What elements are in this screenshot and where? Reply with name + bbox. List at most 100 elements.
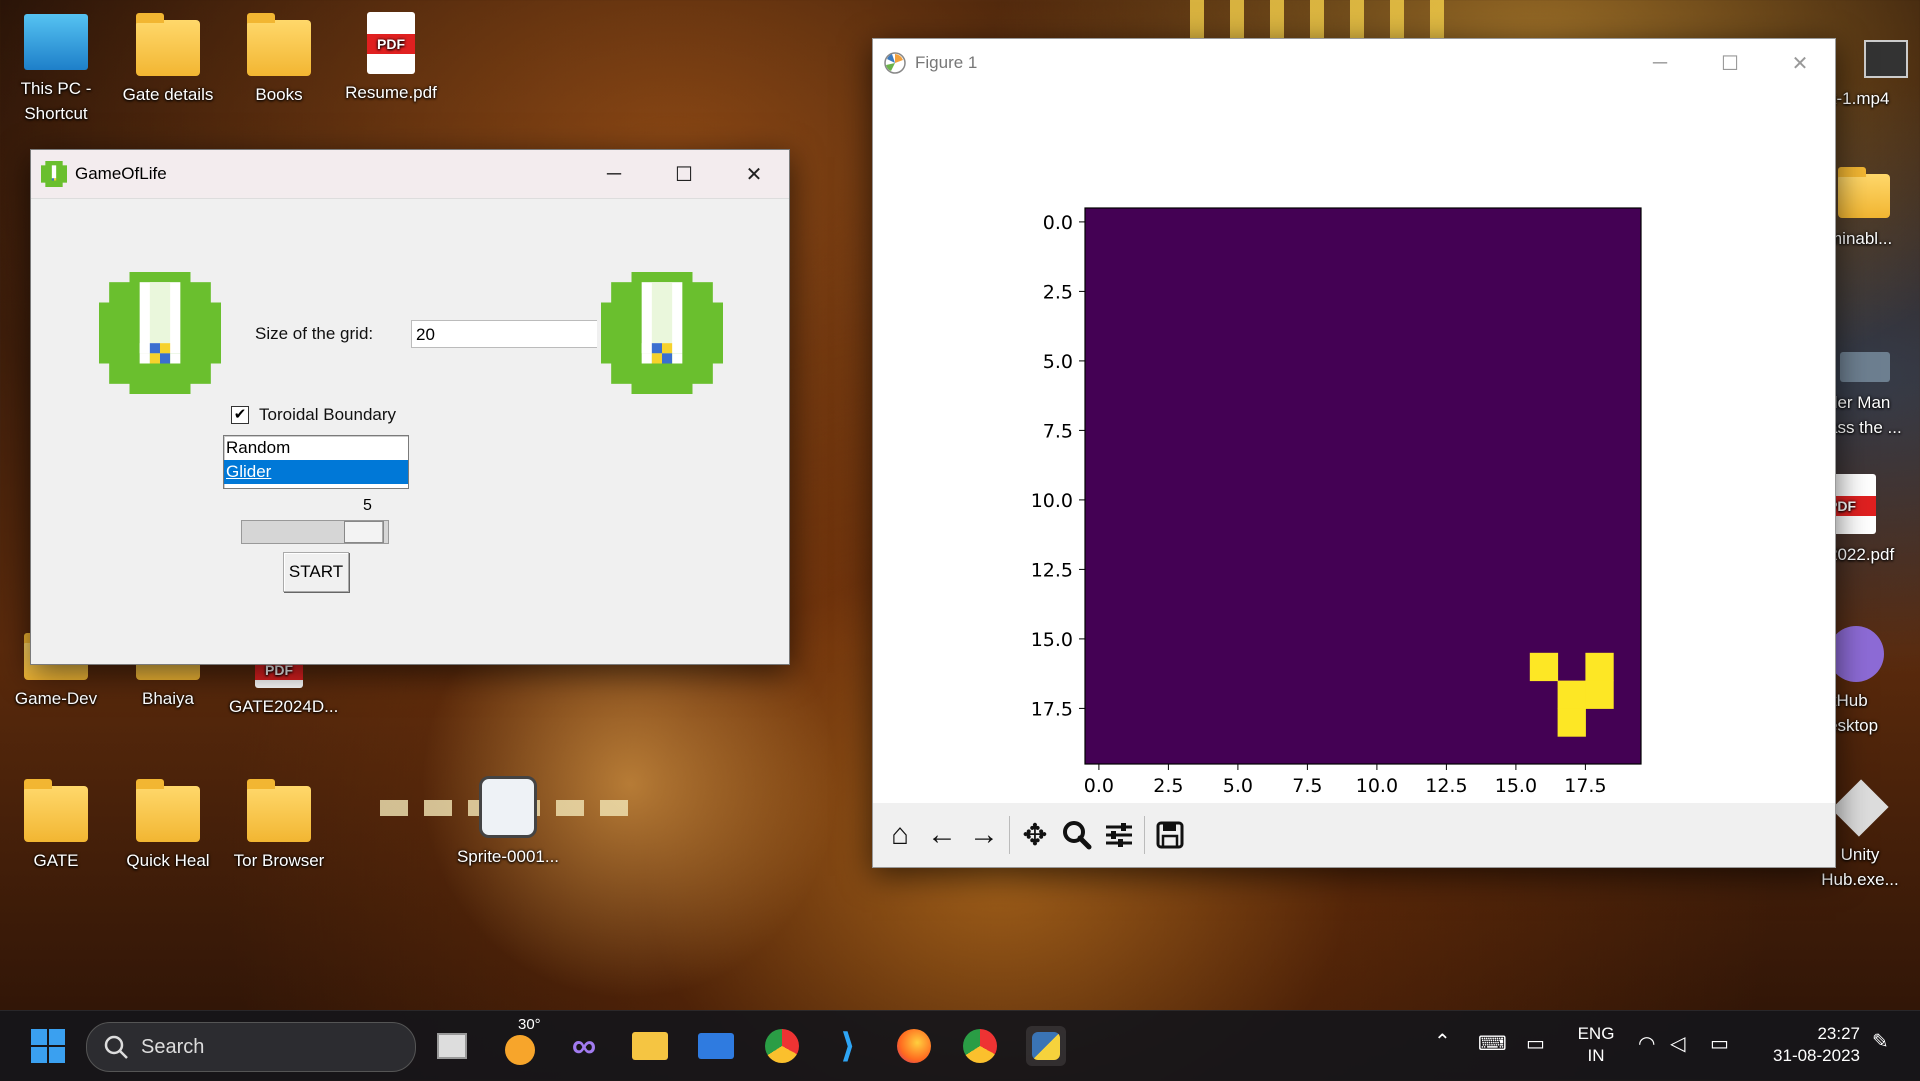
- desktop-icon-spiderman[interactable]: der Man ass the ...: [1828, 352, 1920, 440]
- folder-icon: [247, 779, 311, 842]
- folder-icon: [247, 13, 311, 76]
- search-placeholder: Search: [141, 1035, 205, 1058]
- mail-icon[interactable]: [696, 1026, 736, 1066]
- zoom-icon[interactable]: [1056, 814, 1098, 856]
- x-tick-label: 15.0: [1495, 775, 1537, 797]
- speed-slider-thumb[interactable]: [344, 521, 384, 543]
- desktop-icon-label: Books: [255, 85, 303, 104]
- desktop-icon-label: der Man ass the ...: [1828, 393, 1902, 437]
- chrome-icon[interactable]: [762, 1026, 802, 1066]
- python-icon[interactable]: [1026, 1026, 1066, 1066]
- figure-window: Figure 1 ─ ☐ ✕ 0.0 2.5 5.0 7.5 10.0 12.5 15.0 1…: [872, 38, 1836, 868]
- pan-icon[interactable]: ✥: [1014, 814, 1056, 856]
- desktop-icon-pdf-2022[interactable]: PDF 2022.pdf: [1828, 474, 1920, 567]
- minimize-button[interactable]: ─: [579, 150, 649, 198]
- window-title: GameOfLife: [75, 164, 167, 183]
- live-cell: [1557, 680, 1586, 709]
- desktop-icon-books[interactable]: Books: [229, 13, 329, 107]
- start-button[interactable]: START: [283, 552, 349, 592]
- start-button[interactable]: [28, 1026, 68, 1066]
- desktop-icon-gate-details[interactable]: Gate details: [118, 13, 218, 107]
- grid-size-label: Size of the grid:: [255, 324, 374, 343]
- desktop-icon-tor-browser[interactable]: Tor Browser: [229, 779, 329, 873]
- minimize-button[interactable]: ─: [1625, 39, 1695, 87]
- desktop-icon-label: k-1.mp4: [1828, 89, 1890, 108]
- gameoflife-titlebar[interactable]: GameOfLife ─ ☐ ✕: [31, 150, 789, 199]
- y-tick-label: 10.0: [1031, 490, 1073, 512]
- x-tick-label: 5.0: [1223, 775, 1253, 797]
- y-tick-label: 12.5: [1031, 559, 1073, 581]
- desktop-icon-resume[interactable]: PDF Resume.pdf: [341, 12, 441, 105]
- toroidal-checkbox[interactable]: ✔: [231, 406, 249, 424]
- grid-size-input[interactable]: 20: [411, 320, 597, 348]
- save-icon[interactable]: [1149, 814, 1191, 856]
- desktop-icon-quick-heal[interactable]: Quick Heal: [118, 779, 218, 873]
- clock-date: 31-08-2023: [1773, 1046, 1860, 1065]
- vscode-icon[interactable]: ⟩: [828, 1026, 868, 1066]
- y-tick-label: 17.5: [1031, 698, 1073, 720]
- forward-icon[interactable]: →: [963, 814, 1005, 856]
- desktop-icon-gate[interactable]: GATE: [6, 779, 106, 873]
- visual-studio-icon[interactable]: ∞: [564, 1026, 604, 1066]
- taskbar-search[interactable]: Search: [86, 1022, 416, 1072]
- windows-logo-icon: [31, 1029, 65, 1063]
- show-hidden-icons[interactable]: ⌃: [1434, 1031, 1451, 1053]
- close-button[interactable]: ✕: [1765, 39, 1835, 87]
- desktop-icon-sprite[interactable]: Sprite-0001...: [453, 776, 563, 869]
- y-tick-label: 7.5: [1043, 420, 1073, 442]
- firefox-icon[interactable]: [894, 1026, 934, 1066]
- github-icon: [1828, 626, 1884, 682]
- volume-icon[interactable]: ◁: [1670, 1033, 1685, 1055]
- configure-icon[interactable]: [1098, 814, 1140, 856]
- desktop-icon-label: Resume.pdf: [345, 83, 437, 102]
- toolbar-separator: [1144, 816, 1145, 854]
- chrome-profile-icon[interactable]: [960, 1026, 1000, 1066]
- matplotlib-icon: [884, 52, 906, 74]
- clock-time: 23:27: [1817, 1024, 1860, 1043]
- taskbar: Search 30° ∞ ⟩ ⌃ ⌨ ▭ ENG IN ◠ ◁ ▭ 23:27 …: [0, 1010, 1920, 1081]
- heatmap-plot[interactable]: 0.0 2.5 5.0 7.5 10.0 12.5 15.0 17.5 0.0 2.5 5.0 7.5…: [873, 87, 1833, 803]
- x-tick-label: 17.5: [1564, 775, 1606, 797]
- speed-slider[interactable]: [241, 520, 389, 544]
- home-icon[interactable]: ⌂: [879, 814, 921, 856]
- back-icon[interactable]: ←: [921, 814, 963, 856]
- folder-icon: [1838, 167, 1890, 218]
- desktop-icon-github[interactable]: itHub esktop: [1828, 626, 1920, 738]
- wifi-icon[interactable]: ◠: [1638, 1033, 1655, 1055]
- clock[interactable]: 23:27 31-08-2023: [1760, 1023, 1860, 1067]
- x-tick-label: 2.5: [1153, 775, 1183, 797]
- unity-icon: [1831, 779, 1889, 837]
- maximize-button[interactable]: ☐: [1695, 39, 1765, 87]
- language-indicator[interactable]: ENG IN: [1576, 1023, 1616, 1067]
- battery-icon[interactable]: ▭: [1710, 1033, 1729, 1055]
- wallpaper-lights: [1190, 0, 1450, 40]
- desktop-icon-label: Quick Heal: [126, 851, 210, 870]
- keyboard-icon[interactable]: ⌨: [1478, 1033, 1507, 1055]
- search-icon: [104, 1035, 128, 1059]
- notifications-icon[interactable]: ✎: [1872, 1031, 1889, 1053]
- pattern-listbox[interactable]: Random Glider: [223, 435, 409, 489]
- desktop-icon-gate2024[interactable]: PDF GATE2024D...: [229, 660, 339, 719]
- figure-titlebar[interactable]: Figure 1 ─ ☐ ✕: [873, 39, 1835, 87]
- maximize-button[interactable]: ☐: [649, 150, 719, 198]
- weather-icon[interactable]: 30°: [500, 1016, 541, 1066]
- desktop-icon-video[interactable]: k-1.mp4: [1828, 40, 1920, 111]
- x-tick-label: 0.0: [1084, 775, 1114, 797]
- y-tick-label: 5.0: [1043, 351, 1073, 373]
- file-explorer-icon[interactable]: [630, 1026, 670, 1066]
- weather-temp: 30°: [518, 1016, 541, 1033]
- tablet-icon[interactable]: ▭: [1526, 1033, 1545, 1055]
- desktop-icon-label: GATE2024D...: [229, 697, 339, 716]
- task-view-icon[interactable]: [432, 1026, 472, 1066]
- desktop-icon-label: itHub esktop: [1828, 691, 1879, 735]
- gol-logo-left: [99, 272, 221, 394]
- pattern-option-random[interactable]: Random: [224, 436, 408, 460]
- desktop-icon-this-pc[interactable]: This PC - Shortcut: [6, 14, 106, 126]
- desktop-icon-label: Tor Browser: [233, 851, 325, 870]
- pattern-option-glider[interactable]: Glider: [224, 460, 408, 484]
- y-tick-label: 0.0: [1043, 212, 1073, 234]
- desktop-icon-label: GATE: [33, 851, 79, 870]
- window-title: Figure 1: [915, 53, 978, 72]
- close-button[interactable]: ✕: [719, 150, 789, 198]
- desktop-icon-minabl[interactable]: minabl...: [1828, 167, 1920, 251]
